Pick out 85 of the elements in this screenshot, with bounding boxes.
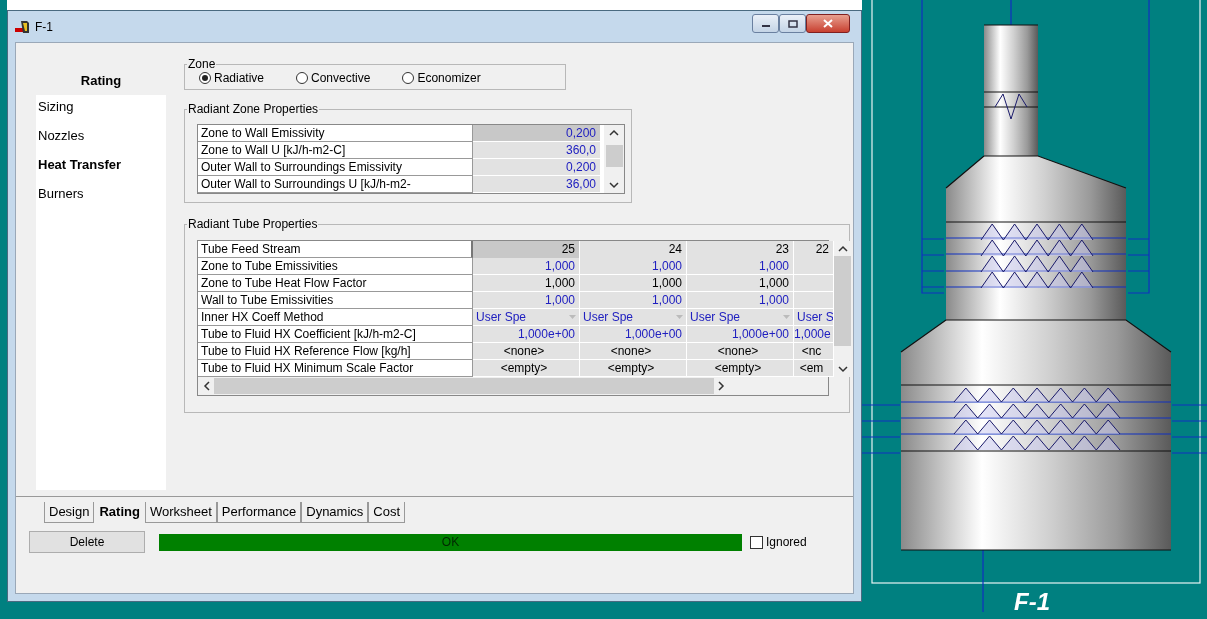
value-cell[interactable]: 0,200: [473, 125, 601, 142]
row-label: Zone to Wall U [kJ/h-m2-C]: [198, 142, 473, 159]
status-text: OK: [441, 535, 460, 549]
maximize-button[interactable]: [779, 14, 806, 33]
value-cell[interactable]: User S: [794, 309, 834, 326]
sidebar-item[interactable]: Sizing: [36, 97, 166, 126]
value-cell[interactable]: User Spe: [473, 309, 580, 326]
sidebar-item[interactable]: Heat Transfer: [36, 155, 166, 184]
value-cell[interactable]: 1,000: [580, 292, 687, 309]
value-cell[interactable]: 1,000: [687, 275, 794, 292]
value-cell[interactable]: 1,000: [687, 258, 794, 275]
scroll-down-icon[interactable]: [837, 366, 848, 373]
scroll-up-icon[interactable]: [837, 245, 848, 252]
value-cell[interactable]: <nc: [794, 343, 834, 360]
value-cell[interactable]: 360,0: [473, 142, 601, 159]
tab[interactable]: Design: [44, 502, 95, 523]
row-label: Zone to Tube Heat Flow Factor: [198, 275, 473, 292]
value-cell[interactable]: 1,000: [580, 258, 687, 275]
value-cell[interactable]: <empty>: [473, 360, 580, 377]
row-label: Tube to Fluid HX Reference Flow [kg/h]: [198, 343, 473, 360]
value-cell[interactable]: <empty>: [580, 360, 687, 377]
radio-option[interactable]: Convective: [296, 71, 371, 85]
minimize-button[interactable]: [752, 14, 779, 33]
value-cell[interactable]: 1,000e+00: [580, 326, 687, 343]
value-cell[interactable]: <none>: [473, 343, 580, 360]
value-cell[interactable]: <empty>: [687, 360, 794, 377]
row-label: Inner HX Coeff Method: [198, 309, 473, 326]
window-title: F-1: [35, 19, 53, 34]
section-header: Rating: [79, 73, 123, 90]
row-label: Tube to Fluid HX Coefficient [kJ/h-m2-C]: [198, 326, 473, 343]
value-cell[interactable]: 36,00: [473, 176, 601, 193]
value-cell[interactable]: User Spe: [580, 309, 687, 326]
furnace-drawing[interactable]: [862, 0, 1207, 613]
group-title: Radiant Tube Properties: [187, 217, 319, 231]
value-cell[interactable]: 0,200: [473, 159, 601, 176]
delete-button[interactable]: Delete: [29, 531, 145, 553]
scroll-up-icon[interactable]: [609, 129, 619, 136]
scroll-right-icon[interactable]: [718, 381, 725, 391]
radio-icon[interactable]: [296, 72, 309, 84]
value-cell[interactable]: 1,000: [473, 275, 580, 292]
value-cell[interactable]: 1,000: [473, 292, 580, 309]
value-cell[interactable]: 1,000e+00: [687, 326, 794, 343]
sidebar-item[interactable]: Burners: [36, 184, 166, 213]
row-label: Outer Wall to Surroundings Emissivity: [198, 159, 473, 176]
value-cell[interactable]: 1,000e+00: [473, 326, 580, 343]
row-label: Outer Wall to Surroundings U [kJ/h-m2-: [198, 176, 473, 193]
furnace-icon: [15, 18, 31, 35]
value-cell[interactable]: <none>: [687, 343, 794, 360]
vertical-scrollbar[interactable]: [604, 125, 624, 193]
column-header[interactable]: 24: [580, 241, 687, 258]
column-header[interactable]: 22: [794, 241, 834, 258]
row-label: Wall to Tube Emissivities: [198, 292, 473, 309]
tab[interactable]: Performance: [216, 502, 302, 523]
radio-icon[interactable]: [402, 72, 415, 84]
value-cell[interactable]: User Spe: [687, 309, 794, 326]
row-label: Tube Feed Stream: [198, 241, 473, 258]
value-cell[interactable]: 1,000: [687, 292, 794, 309]
value-cell[interactable]: <em: [794, 360, 834, 377]
row-label: Zone to Wall Emissivity: [198, 125, 473, 142]
group-title: Radiant Zone Properties: [187, 102, 320, 116]
maximize-icon[interactable]: [787, 19, 798, 28]
scroll-left-icon[interactable]: [203, 381, 210, 391]
row-label: Tube to Fluid HX Minimum Scale Factor: [198, 360, 473, 377]
radio-option[interactable]: Economizer: [402, 71, 481, 85]
radio-icon[interactable]: [199, 72, 211, 84]
column-header[interactable]: 23: [687, 241, 794, 258]
value-cell[interactable]: 1,000e: [794, 326, 834, 343]
tab[interactable]: Cost: [368, 502, 406, 523]
close-button[interactable]: [806, 14, 850, 33]
column-header[interactable]: 25: [473, 241, 580, 258]
checkbox-label: Ignored: [766, 535, 807, 549]
value-cell[interactable]: 1,000: [580, 275, 687, 292]
value-cell[interactable]: 1,000: [473, 258, 580, 275]
scroll-down-icon[interactable]: [609, 182, 619, 189]
checkbox[interactable]: [750, 535, 763, 549]
horizontal-scrollbar[interactable]: [198, 377, 828, 395]
close-icon[interactable]: [823, 19, 833, 28]
furnace-label: F-1: [1014, 588, 1050, 615]
value-cell[interactable]: <none>: [580, 343, 687, 360]
tab[interactable]: Worksheet: [144, 502, 217, 523]
radio-option[interactable]: Radiative: [199, 71, 265, 85]
sidebar-item[interactable]: Nozzles: [36, 126, 166, 155]
tab[interactable]: Dynamics: [301, 502, 369, 523]
row-label: Zone to Tube Emissivities: [198, 258, 473, 275]
group-title: Zone: [187, 57, 217, 71]
